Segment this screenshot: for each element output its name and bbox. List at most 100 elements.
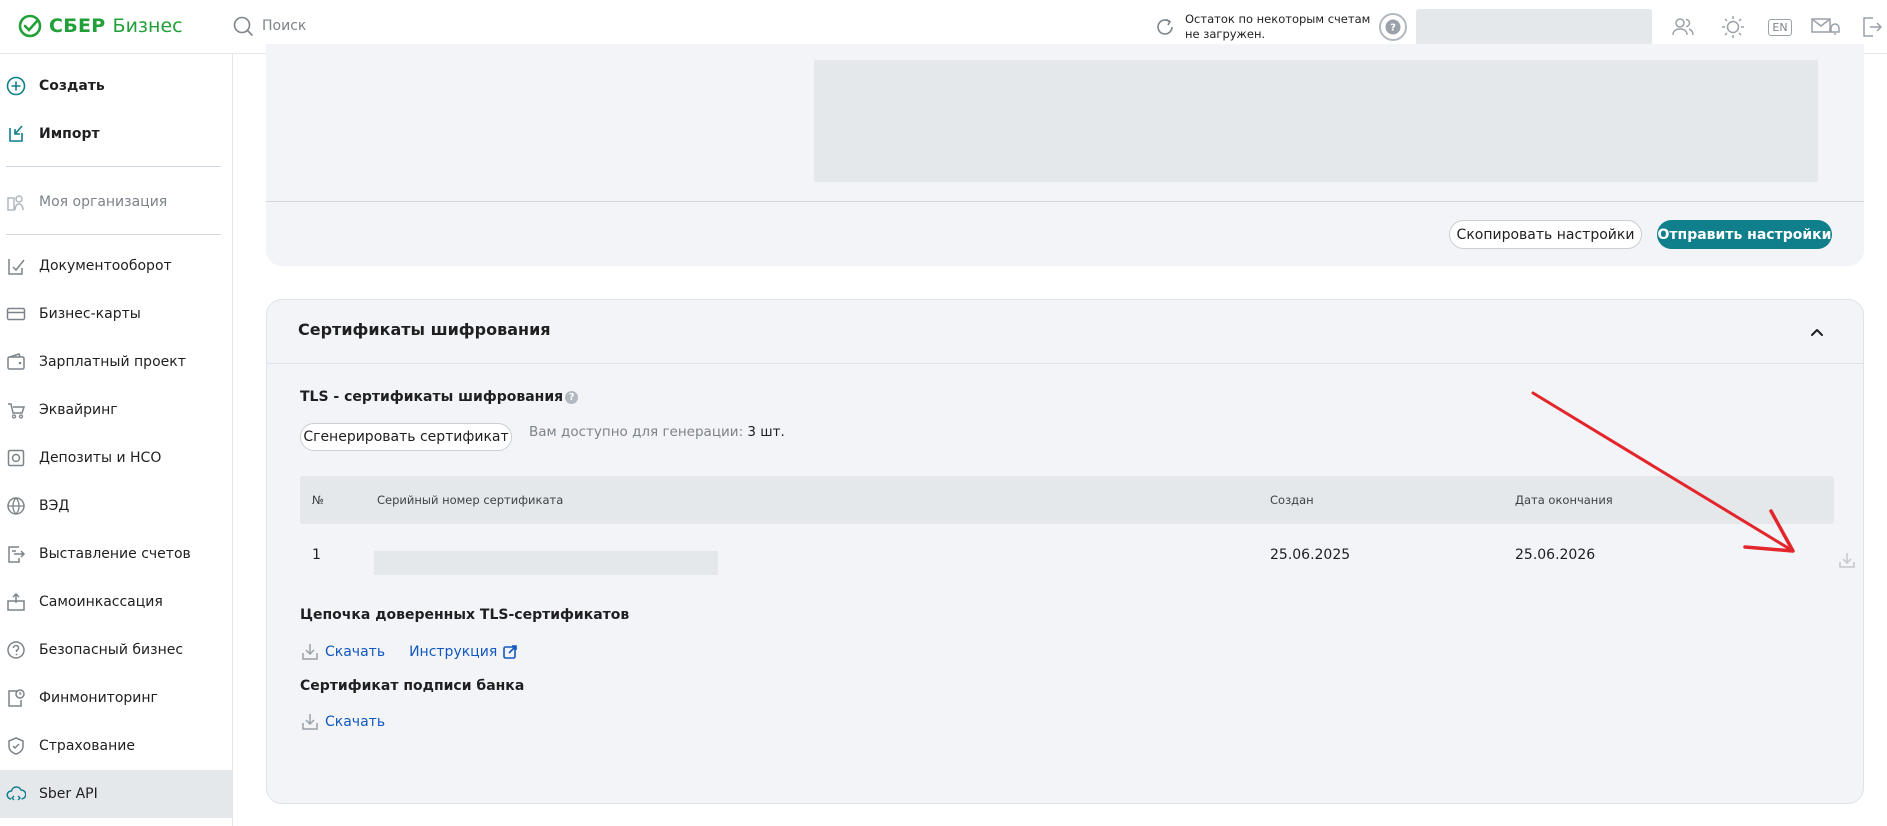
refresh-icon[interactable] (1153, 15, 1177, 39)
card-title: Сертификаты шифрования (298, 320, 551, 339)
sidebar-item-label: Депозиты и НСО (39, 450, 162, 466)
cash-collection-icon (6, 592, 26, 612)
chain-instruction-label: Инструкция (409, 644, 498, 660)
cell-created: 25.06.2025 (1270, 547, 1351, 563)
card-icon (6, 304, 26, 324)
document-flow-icon (6, 256, 26, 276)
sidebar-item-self-collection[interactable]: Самоинкассация (0, 578, 232, 626)
sidebar-item-label: Sber API (39, 786, 98, 802)
sidebar-item-label: Страхование (39, 738, 135, 754)
insurance-icon (6, 736, 26, 756)
download-certificate-icon[interactable] (1837, 550, 1857, 570)
chain-instruction-link[interactable]: Инструкция (409, 644, 518, 660)
copy-settings-button[interactable]: Скопировать настройки (1449, 220, 1642, 249)
bank-signature-actions: Скачать (300, 711, 385, 733)
cell-expires: 25.06.2026 (1515, 547, 1596, 563)
sidebar-item-label: Создать (39, 78, 105, 94)
theme-toggle-icon[interactable] (1718, 12, 1748, 42)
bank-signature-download-link[interactable]: Скачать (300, 712, 385, 732)
sidebar-item-acquiring[interactable]: Эквайринг (0, 386, 232, 434)
plus-circle-icon (6, 76, 26, 96)
sidebar-item-label: Финмониторинг (39, 690, 158, 706)
available-for-generation: Вам доступно для генерации: 3 шт. (529, 424, 785, 440)
settings-panel: Скопировать настройки Отправить настройк… (266, 44, 1864, 266)
certificates-table-header: № Серийный номер сертификата Создан Дата… (300, 476, 1834, 524)
chain-download-link[interactable]: Скачать (300, 642, 385, 662)
panel-divider (266, 201, 1864, 202)
sidebar-item-insurance[interactable]: Страхование (0, 722, 232, 770)
organization-avatar-icon: ? (1379, 13, 1407, 41)
available-label: Вам доступно для генерации: (529, 424, 744, 440)
download-icon (302, 644, 318, 660)
finmonitoring-icon (6, 688, 26, 708)
cell-number: 1 (312, 547, 321, 563)
mail-notifications-icon[interactable] (1810, 12, 1840, 42)
sidebar-item-create[interactable]: Создать (0, 62, 232, 110)
sidebar-item-salary-project[interactable]: Зарплатный проект (0, 338, 232, 386)
search-field[interactable]: Поиск (232, 12, 306, 40)
table-row: 1 25.06.2025 25.06.2026 (300, 524, 1855, 586)
generate-certificate-button[interactable]: Сгенерировать сертификат (300, 423, 512, 451)
sidebar-item-deposits[interactable]: Депозиты и НСО (0, 434, 232, 482)
tls-title-text: TLS - сертификаты шифрования (300, 389, 564, 405)
serial-number-placeholder (374, 551, 718, 575)
language-label: EN (1768, 18, 1792, 36)
sidebar-item-document-flow[interactable]: Документооборот (0, 242, 232, 290)
column-header-expires: Дата окончания (1515, 493, 1613, 507)
sber-logo-icon (18, 14, 42, 38)
sidebar-item-ved[interactable]: ВЭД (0, 482, 232, 530)
balance-line-1: Остаток по некоторым счетам (1185, 12, 1371, 26)
organization-icon (6, 192, 26, 212)
help-icon[interactable]: ? (565, 390, 579, 404)
settings-content-placeholder (814, 60, 1818, 182)
safe-business-icon (6, 640, 26, 660)
sidebar-item-label: Документооборот (39, 258, 172, 274)
sber-business-logo[interactable]: СБЕР Бизнес (18, 12, 183, 40)
tls-section-title: TLS - сертификаты шифрования ? (300, 389, 579, 405)
sidebar-item-invoicing[interactable]: Выставление счетов (0, 530, 232, 578)
chevron-up-icon[interactable] (1807, 322, 1827, 342)
balance-line-2: не загружен. (1185, 27, 1266, 41)
search-icon (233, 16, 253, 36)
column-header-number: № (312, 493, 324, 507)
sidebar-item-label: Импорт (39, 126, 100, 142)
bank-signature-title: Сертификат подписи банка (300, 678, 525, 694)
trusted-chain-actions: Скачать Инструкция (300, 641, 518, 663)
sidebar-item-label: Безопасный бизнес (39, 642, 184, 658)
sidebar-item-import[interactable]: Импорт (0, 110, 232, 158)
available-count: 3 шт. (747, 424, 785, 440)
sidebar-item-label: Выставление счетов (39, 546, 191, 562)
logout-icon[interactable] (1857, 12, 1887, 42)
sidebar-item-safe-business[interactable]: Безопасный бизнес (0, 626, 232, 674)
sidebar-item-label: Эквайринг (39, 402, 118, 418)
sidebar-divider (6, 166, 221, 167)
cloud-api-icon (6, 784, 26, 804)
sidebar-item-label: Зарплатный проект (39, 354, 186, 370)
logo-sber-text: СБЕР (49, 15, 106, 37)
sidebar-item-label: ВЭД (39, 498, 70, 514)
chain-download-label: Скачать (325, 644, 386, 660)
sidebar-item-label: Моя организация (39, 194, 168, 210)
sidebar-item-my-organization[interactable]: Моя организация (0, 178, 232, 226)
bank-signature-download-label: Скачать (325, 714, 386, 730)
download-icon (302, 714, 318, 730)
sidebar-item-business-cards[interactable]: Бизнес-карты (0, 290, 232, 338)
sidebar-item-label: Самоинкассация (39, 594, 163, 610)
sidebar: Создать Импорт Моя организация Документо… (0, 54, 233, 826)
sidebar-item-sber-api[interactable]: Sber API (0, 770, 232, 818)
deposit-icon (6, 448, 26, 468)
globe-icon (6, 496, 26, 516)
organization-selector[interactable]: ? (1378, 8, 1652, 46)
send-settings-button[interactable]: Отправить настройки (1657, 220, 1832, 249)
wallet-icon (6, 352, 26, 372)
import-icon (6, 124, 26, 144)
trusted-chain-title: Цепочка доверенных TLS-сертификатов (300, 607, 630, 623)
balance-status: Остаток по некоторым счетам не загружен. (1153, 10, 1383, 44)
sidebar-divider (6, 234, 221, 235)
search-placeholder: Поиск (262, 18, 307, 34)
acquiring-icon (6, 400, 26, 420)
language-switch[interactable]: EN (1765, 12, 1795, 42)
users-icon[interactable] (1668, 12, 1698, 42)
invoice-icon (6, 544, 26, 564)
sidebar-item-finmonitoring[interactable]: Финмониторинг (0, 674, 232, 722)
